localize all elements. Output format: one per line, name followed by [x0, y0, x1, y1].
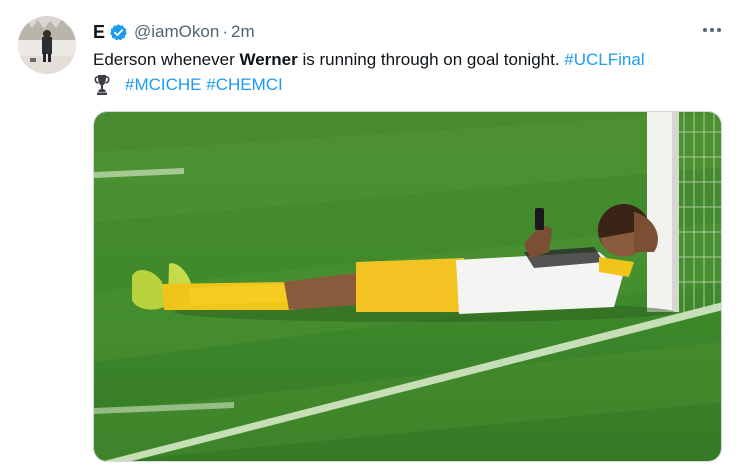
tweet-media-image[interactable] — [93, 111, 722, 462]
hashtag-chemci[interactable]: #CHEMCI — [206, 72, 283, 97]
avatar[interactable] — [18, 16, 76, 74]
tweet-header: E @iamOkon · 2m — [93, 20, 255, 44]
hashtag-uclfinal[interactable]: #UCLFinal — [564, 50, 644, 69]
tweet-card[interactable]: E @iamOkon · 2m Ederson whenever Werner … — [0, 0, 740, 469]
tweet-text-bold: Werner — [239, 50, 298, 69]
hashtag-mciche[interactable]: #MCICHE — [125, 72, 202, 97]
more-options-icon[interactable] — [700, 20, 724, 40]
tweet-text: Ederson whenever Werner is running throu… — [93, 47, 713, 97]
trophy-icon — [93, 74, 111, 96]
display-name[interactable]: E — [93, 22, 105, 43]
timestamp[interactable]: 2m — [231, 22, 255, 42]
separator-dot: · — [222, 22, 228, 41]
verified-badge-icon — [109, 23, 128, 42]
user-handle[interactable]: @iamOkon — [134, 22, 219, 42]
tweet-text-part1: Ederson whenever — [93, 50, 240, 69]
tweet-text-part2: is running through on goal tonight. — [297, 50, 565, 69]
